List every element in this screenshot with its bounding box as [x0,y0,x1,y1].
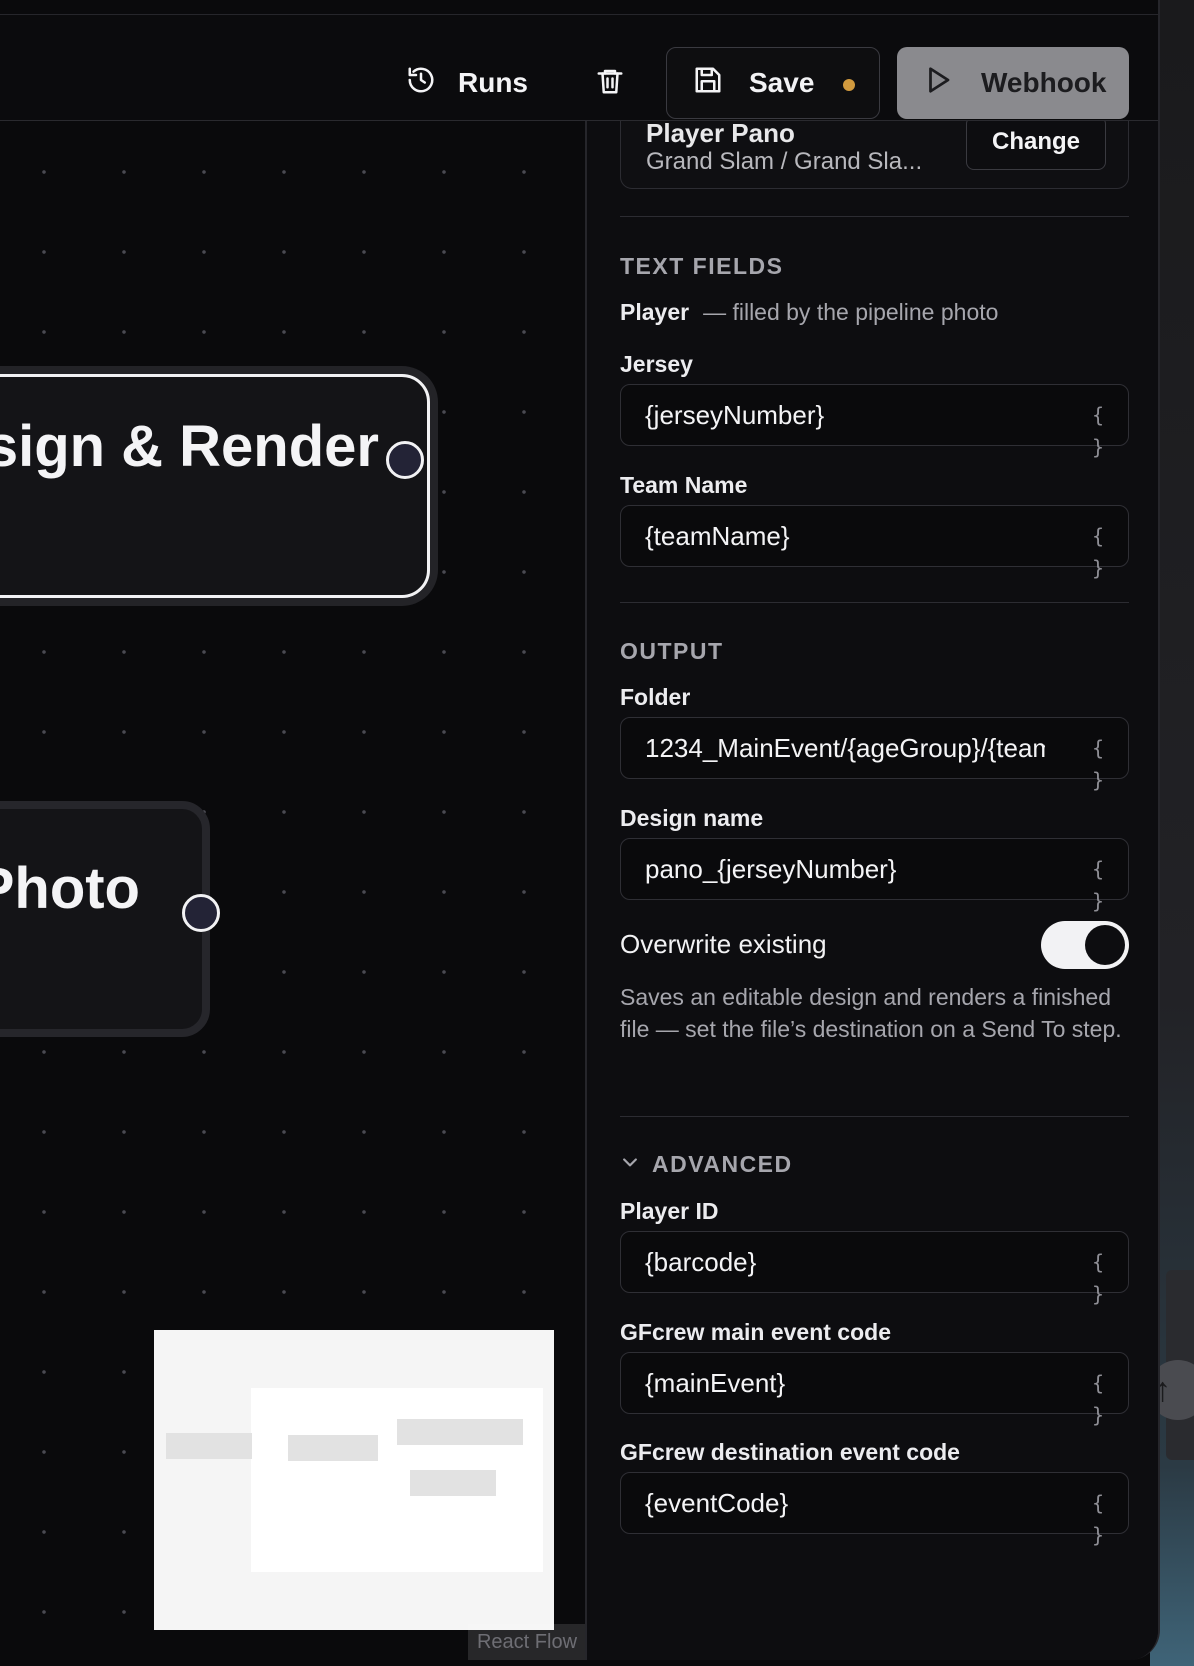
react-flow-attribution[interactable]: React Flow [468,1624,586,1660]
insert-variable-icon[interactable]: { } [1082,853,1114,913]
chevron-down-icon [620,1151,640,1178]
header-toolbar: Runs Save Webhook [0,15,1158,121]
section-title-text-fields: TEXT FIELDS [620,253,784,279]
template-path: Grand Slam / Grand Sla... [646,148,923,175]
trash-icon [595,65,625,102]
history-icon [406,65,436,102]
node-settings-panel: Player Pano Grand Slam / Grand Sla... Ch… [585,121,1158,1660]
insert-variable-icon[interactable]: { } [1082,1487,1114,1547]
jersey-input[interactable] [645,399,1075,431]
destination-event-code-label: GFcrew destination event code [620,1439,960,1465]
flow-canvas[interactable]: esign & Render Photo React Flow [0,121,586,1660]
output-handle[interactable] [182,894,220,932]
folder-label: Folder [620,684,691,710]
design-name-field: { } [620,838,1129,913]
advanced-title: ADVANCED [652,1151,793,1177]
webhook-label: Webhook [981,67,1107,98]
player-hint: — filled by the pipeline photo [703,299,999,325]
minimap[interactable] [154,1330,554,1630]
overwrite-row: Overwrite existing [620,921,1129,969]
runs-label: Runs [458,67,528,98]
minimap-node [166,1433,252,1459]
delete-button[interactable] [584,51,636,115]
runs-button[interactable]: Runs [394,51,540,115]
minimap-node [288,1435,378,1461]
unsaved-indicator [843,79,855,91]
template-name: Player Pano [646,121,795,148]
player-label: Player [620,299,690,325]
play-icon [923,65,953,102]
destination-event-code-input[interactable] [645,1487,1075,1519]
photo-node[interactable]: Photo [0,801,210,1037]
output-help-text: Saves an editable design and renders a f… [620,984,1122,1042]
player-id-label: Player ID [620,1198,719,1224]
main-event-code-field: { } [620,1352,1129,1427]
divider [620,602,1129,603]
player-id-input[interactable] [645,1246,1075,1278]
node-title: esign & Render [0,414,379,479]
toggle-knob [1085,925,1125,965]
team-name-input[interactable] [645,520,1075,552]
divider [620,1116,1129,1117]
insert-variable-icon[interactable]: { } [1082,1367,1114,1427]
insert-variable-icon[interactable]: { } [1082,399,1114,459]
advanced-section-toggle[interactable]: ADVANCED [620,1151,793,1178]
design-render-node[interactable]: esign & Render [0,374,430,598]
save-button[interactable]: Save [666,47,880,119]
destination-event-code-field: { } [620,1472,1129,1547]
player-field-info: Player — filled by the pipeline photo [620,299,998,326]
template-card: Player Pano Grand Slam / Grand Sla... Ch… [620,121,1129,189]
insert-variable-icon[interactable]: { } [1082,732,1114,792]
jersey-label: Jersey [620,351,693,377]
overwrite-toggle[interactable] [1041,921,1129,969]
jersey-field: { } [620,384,1129,459]
output-handle[interactable] [386,441,424,479]
player-id-field: { } [620,1231,1129,1306]
change-template-button[interactable]: Change [966,121,1106,170]
webhook-button[interactable]: Webhook [897,47,1129,119]
team-name-field: { } [620,505,1129,580]
minimap-node [410,1470,496,1496]
save-label: Save [749,67,815,98]
divider [620,216,1129,217]
overwrite-label: Overwrite existing [620,929,827,959]
folder-input[interactable] [645,732,1045,764]
section-title-output: OUTPUT [620,638,724,664]
folder-field: { } [620,717,1129,792]
save-icon [693,65,723,102]
app-window: Runs Save Webhook ign & Render hoto Reac… [0,0,1160,1660]
team-name-label: Team Name [620,472,748,498]
minimap-viewport [251,1388,543,1572]
minimap-node [397,1419,523,1445]
insert-variable-icon[interactable]: { } [1082,1246,1114,1306]
design-name-label: Design name [620,805,764,831]
main-event-code-input[interactable] [645,1367,1075,1399]
insert-variable-icon[interactable]: { } [1082,520,1114,580]
design-name-input[interactable] [645,853,1075,885]
main-event-code-label: GFcrew main event code [620,1319,891,1345]
node-title: Photo [0,856,140,921]
